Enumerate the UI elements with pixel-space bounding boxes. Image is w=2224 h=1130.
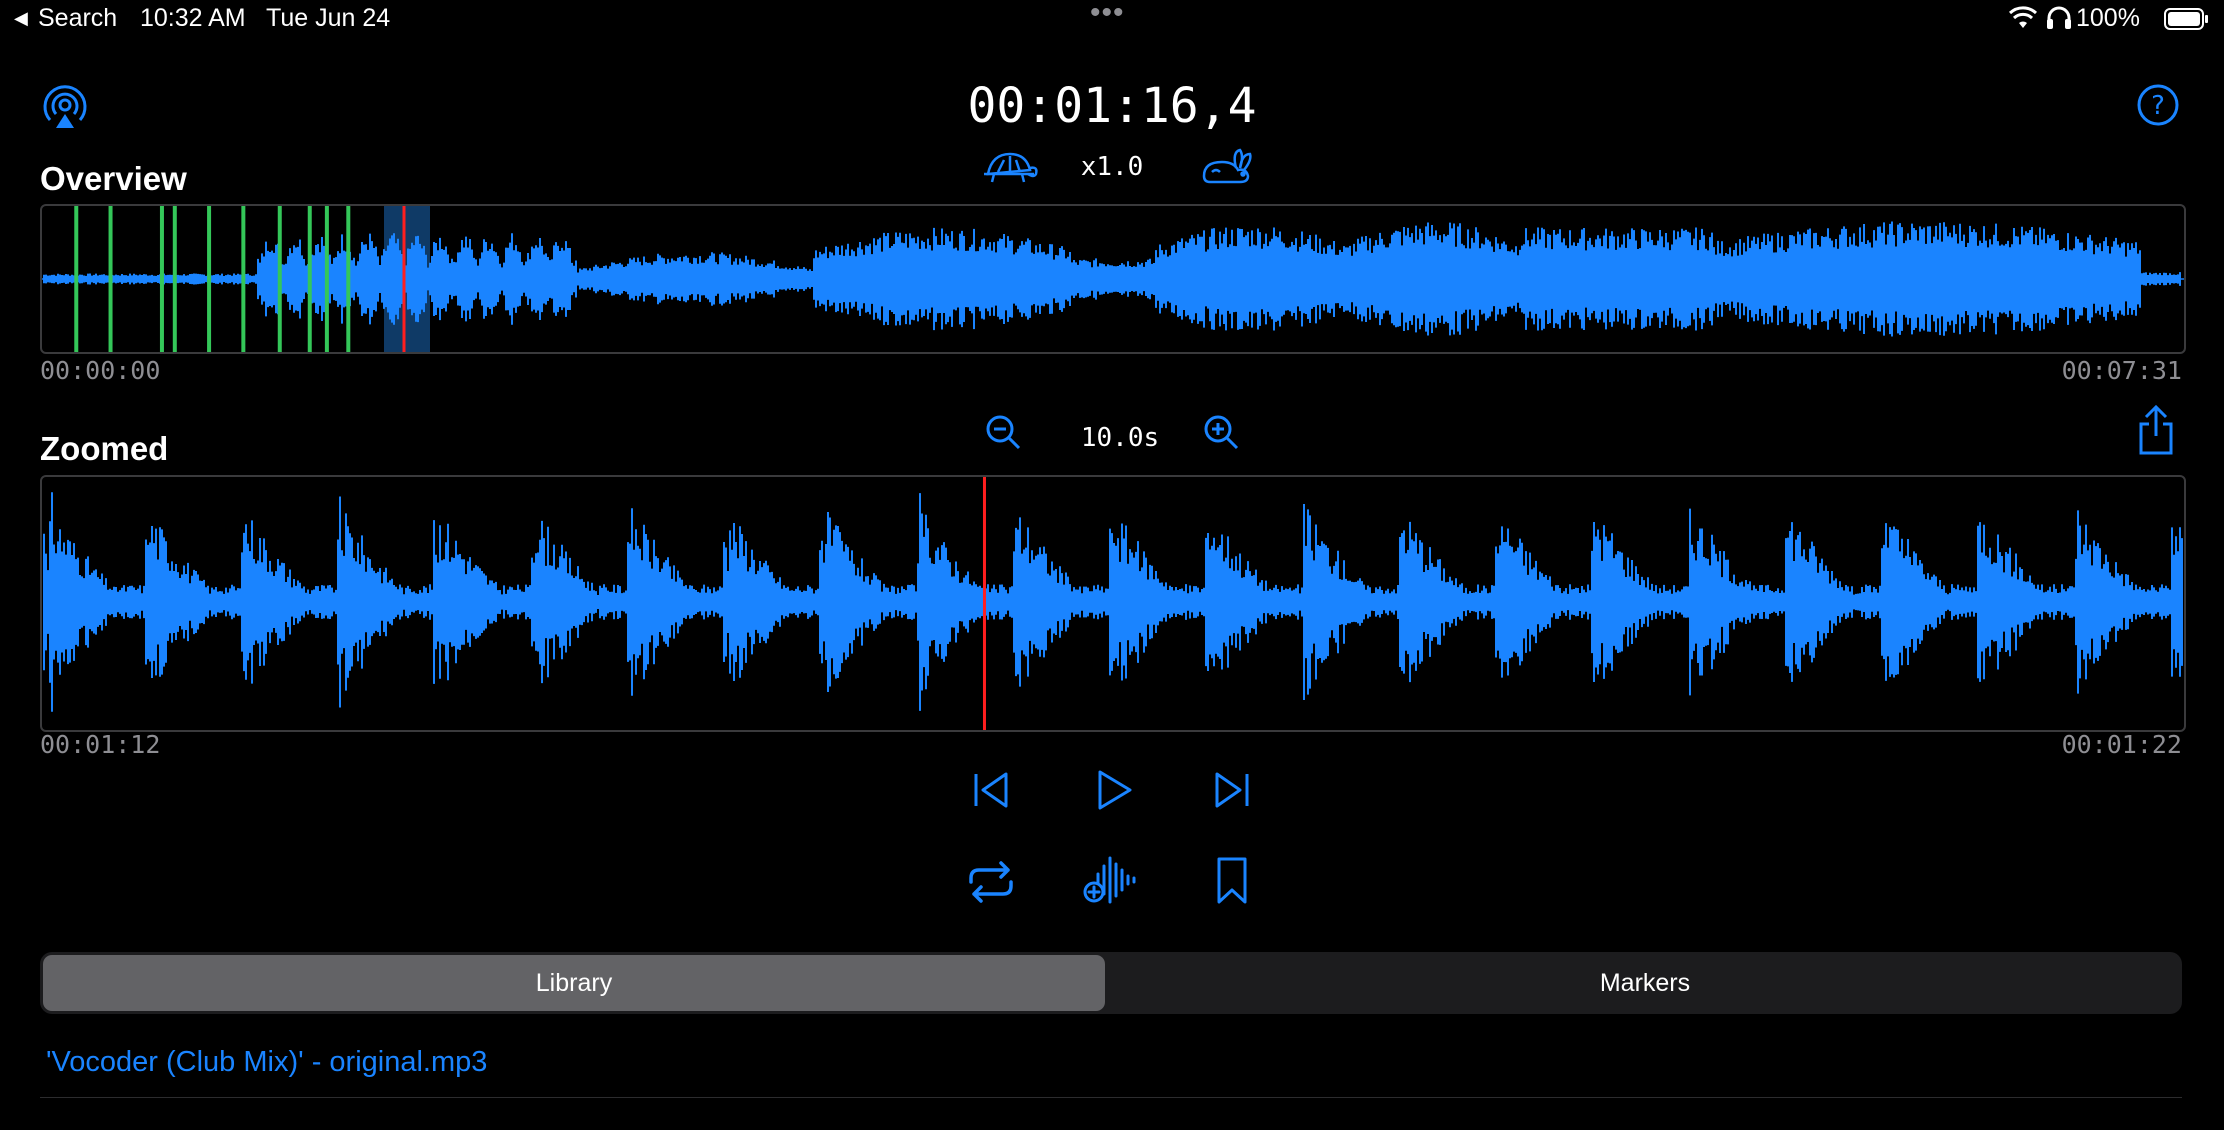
zoom-in-icon[interactable] xyxy=(1202,413,1240,451)
zoomed-wave-path xyxy=(43,492,2183,712)
overview-title: Overview xyxy=(40,160,187,197)
turtle-icon[interactable] xyxy=(980,148,1040,186)
zoom-value: 10.0s xyxy=(1080,423,1160,453)
current-time: 00:01:16,4 xyxy=(967,78,1257,134)
zoomed-waveform[interactable] xyxy=(40,475,2186,732)
loop-icon[interactable] xyxy=(966,860,1016,904)
add-waveform-icon[interactable] xyxy=(1082,852,1140,908)
airplay-icon[interactable] xyxy=(42,84,88,130)
overview-waveform[interactable] xyxy=(40,204,2186,354)
battery-percent: 100% xyxy=(2076,4,2140,32)
speed-label[interactable]: x1.0 xyxy=(1062,152,1162,182)
play-icon[interactable] xyxy=(1094,768,1134,812)
list-item[interactable]: 'Vocoder (Club Mix)' - original.mp3 xyxy=(40,1040,2182,1098)
status-date: Tue Jun 24 xyxy=(266,4,391,32)
bookmark-icon[interactable] xyxy=(1216,856,1248,906)
status-time: 10:32 AM xyxy=(140,4,246,32)
zoomed-start-time: 00:01:12 xyxy=(40,730,161,759)
tab-markers[interactable]: Markers xyxy=(1110,955,2180,1011)
rabbit-icon[interactable] xyxy=(1198,146,1254,186)
wifi-icon xyxy=(2008,6,2038,37)
status-back-label[interactable]: Search xyxy=(38,4,117,33)
back-triangle-icon[interactable]: ◀ xyxy=(14,8,28,29)
library-list: 'Vocoder (Club Mix)' - original.mp3 xyxy=(40,1040,2182,1098)
zoomed-end-time: 00:01:22 xyxy=(2061,730,2182,759)
zoomed-title: Zoomed xyxy=(40,430,169,467)
overview-start-time: 00:00:00 xyxy=(40,356,161,385)
tab-library[interactable]: Library xyxy=(43,955,1105,1011)
battery-icon xyxy=(2164,8,2210,37)
more-dots-icon[interactable]: ••• xyxy=(1090,0,1125,30)
skip-forward-icon[interactable] xyxy=(1212,770,1252,810)
svg-text:?: ? xyxy=(2151,91,2165,121)
share-icon[interactable] xyxy=(2136,404,2176,456)
overview-end-time: 00:07:31 xyxy=(2061,356,2182,385)
status-bar: ◀ Search 10:32 AM Tue Jun 24 ••• 100% xyxy=(14,0,2210,40)
skip-back-icon[interactable] xyxy=(971,770,1011,810)
tab-segmented-control: Library Markers xyxy=(40,952,2182,1014)
help-icon[interactable]: ? xyxy=(2136,83,2180,127)
headphones-icon xyxy=(2046,6,2072,37)
zoom-out-icon[interactable] xyxy=(984,413,1022,451)
